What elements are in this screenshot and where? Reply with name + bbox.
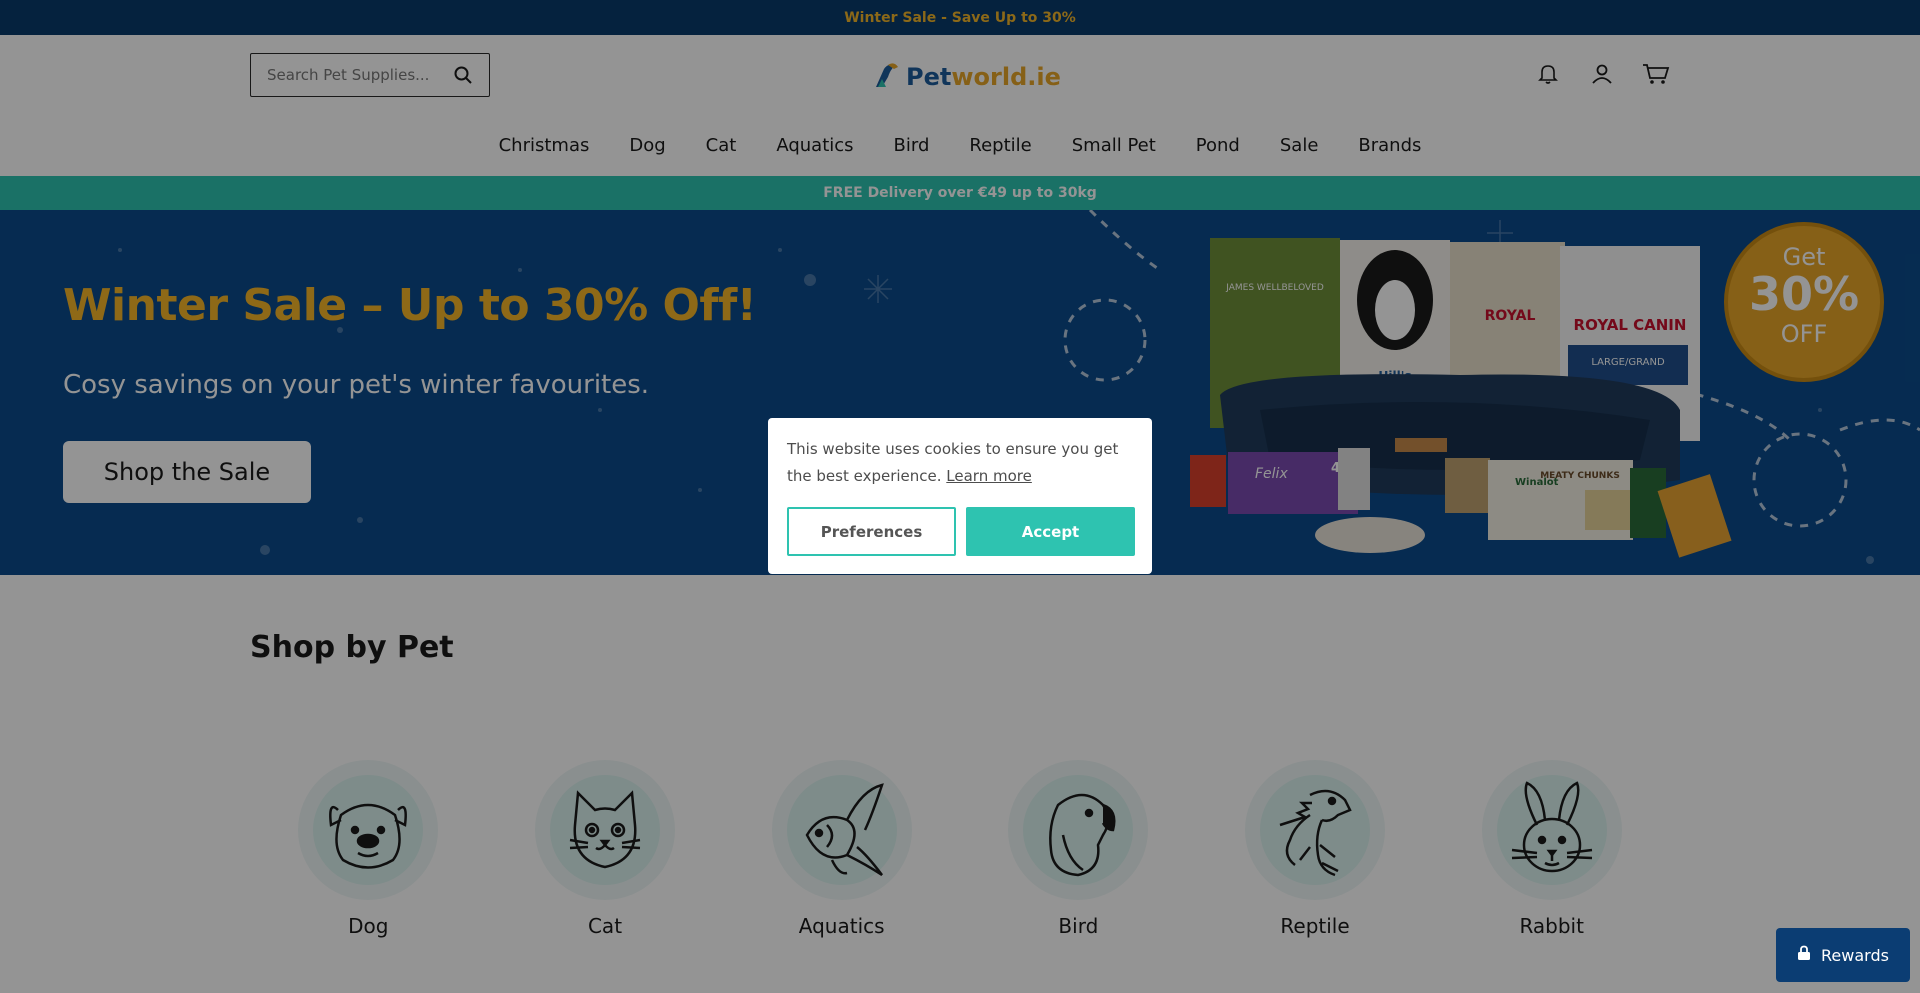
cookie-actions: Preferences Accept [787, 507, 1135, 556]
cookie-message: This website uses cookies to ensure you … [787, 436, 1133, 490]
rewards-button[interactable]: Rewards [1776, 928, 1910, 982]
learn-more-link[interactable]: Learn more [946, 467, 1032, 485]
lock-icon [1797, 945, 1811, 965]
rewards-label: Rewards [1821, 945, 1889, 965]
accept-button[interactable]: Accept [966, 507, 1135, 556]
cookie-consent-dialog: This website uses cookies to ensure you … [768, 418, 1152, 574]
preferences-button[interactable]: Preferences [787, 507, 956, 556]
